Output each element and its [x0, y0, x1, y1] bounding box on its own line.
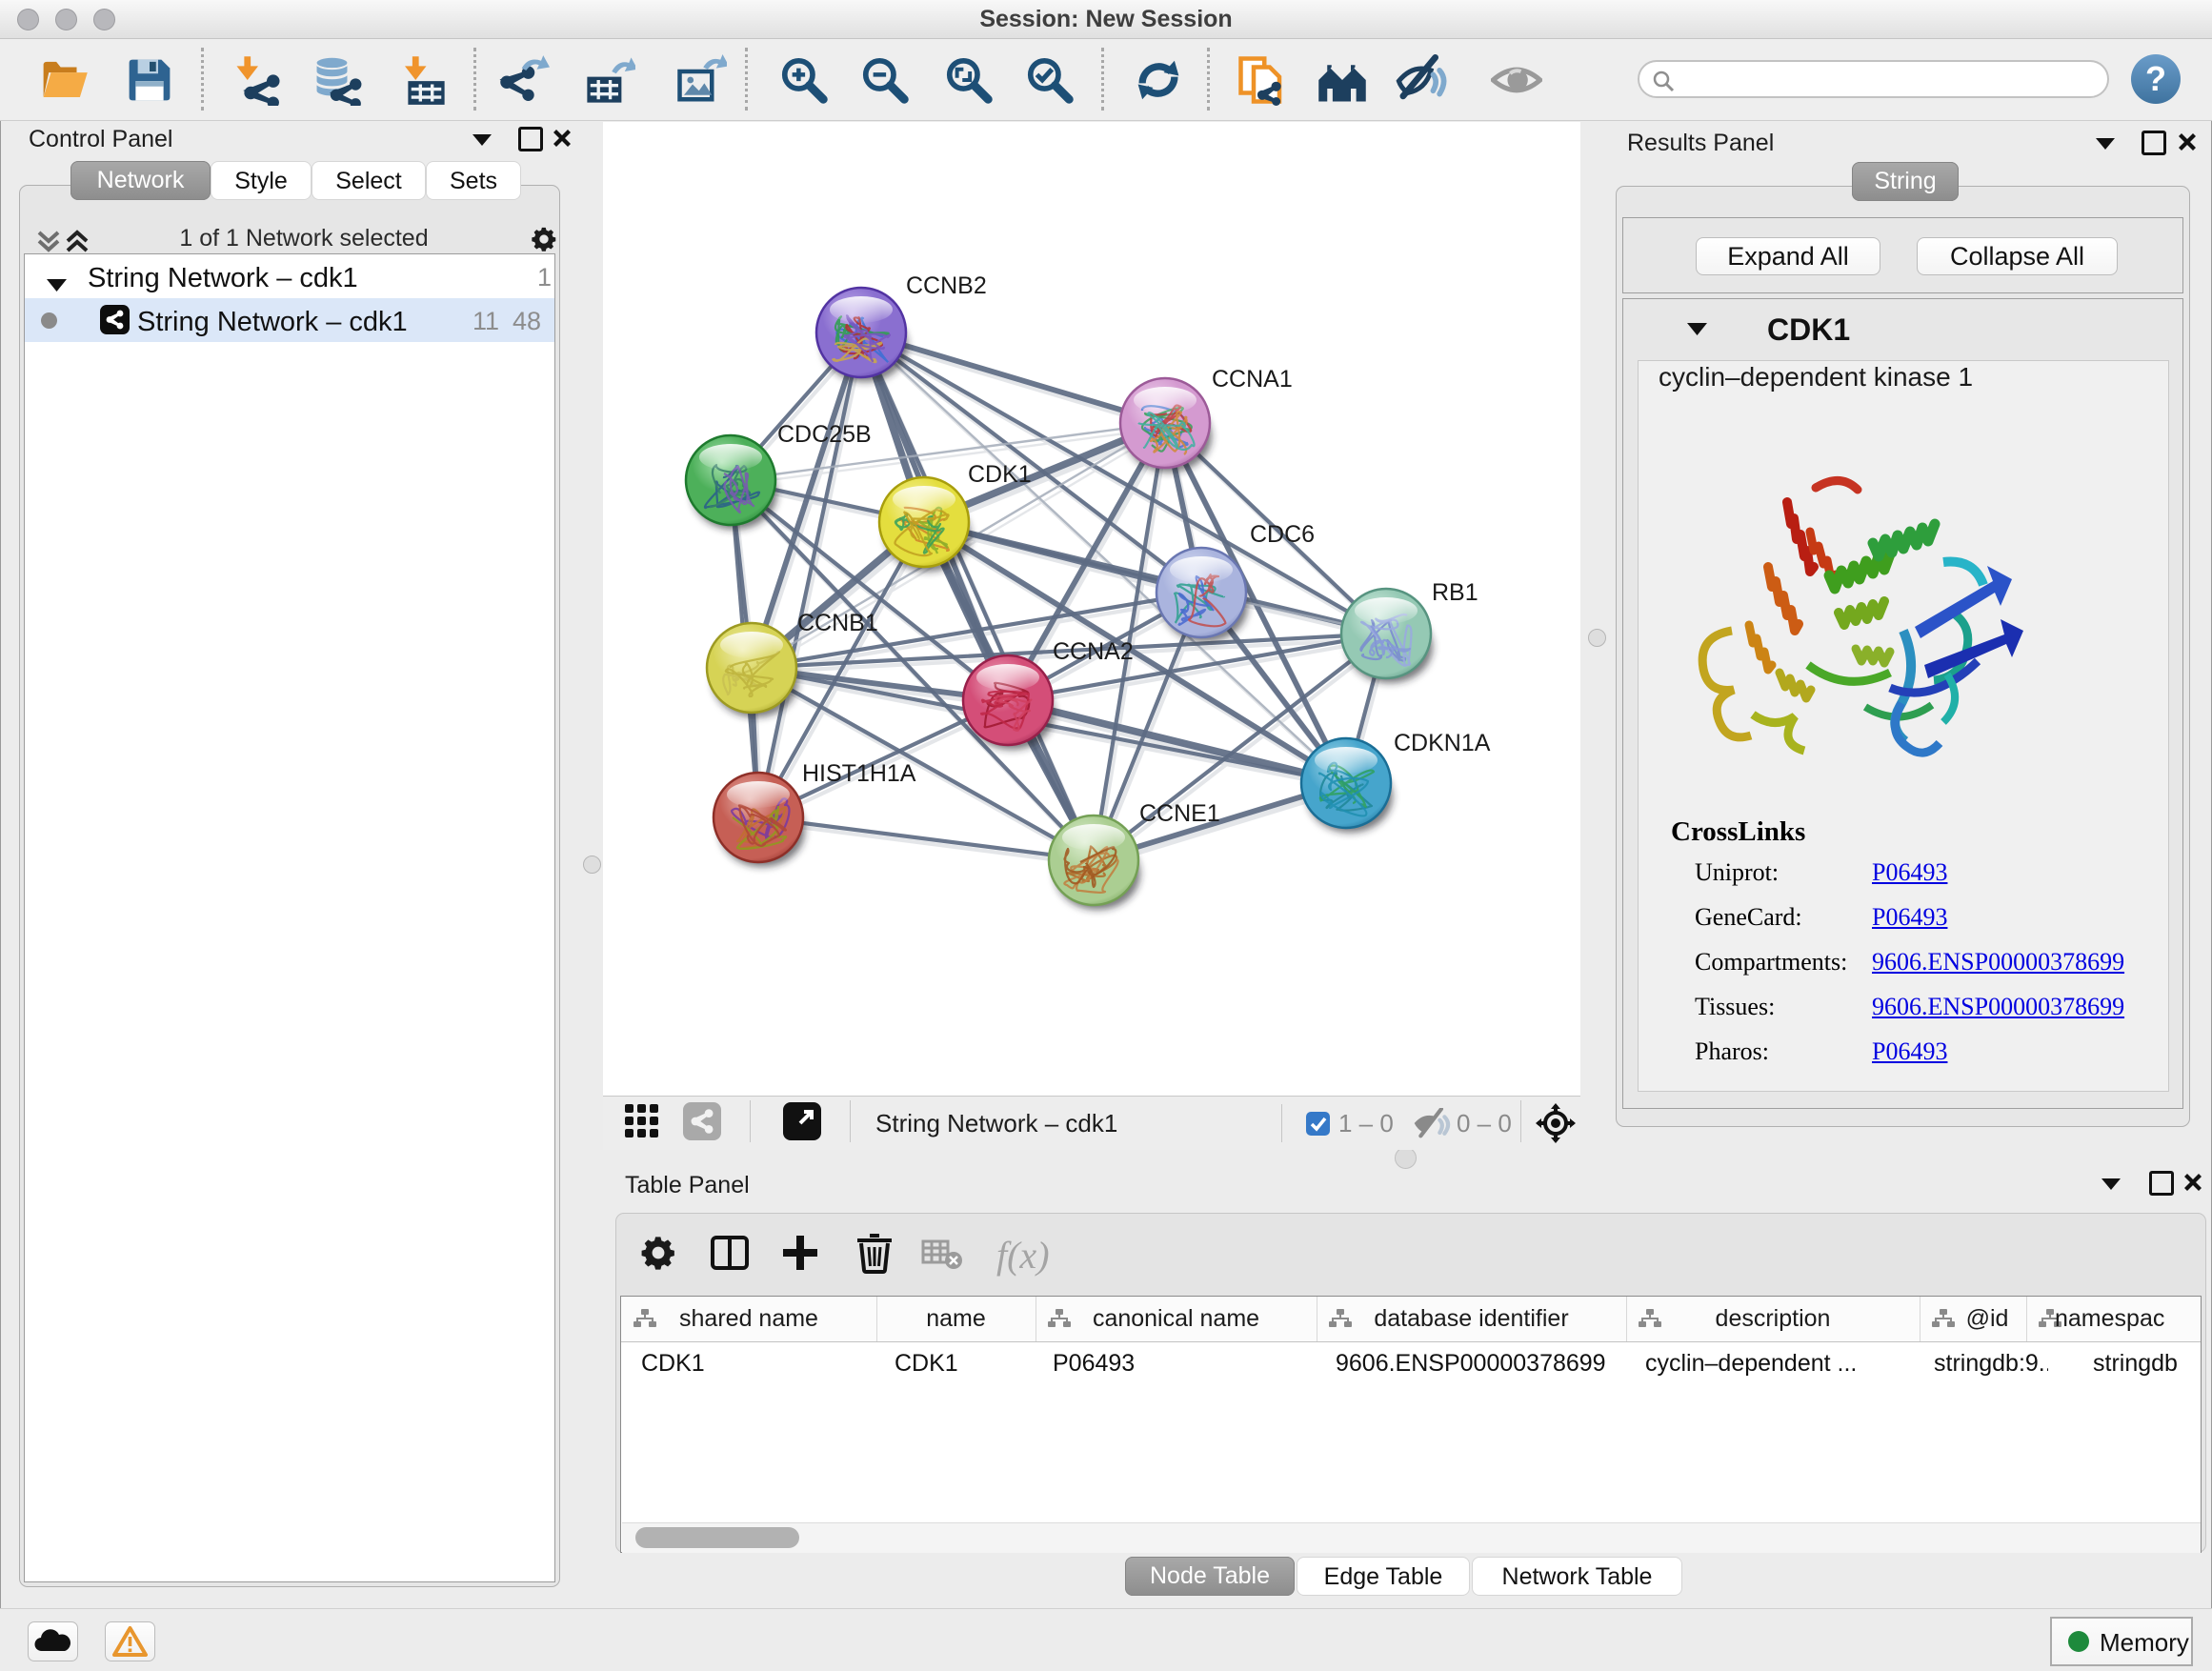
svg-text:CCNB1: CCNB1 — [797, 610, 878, 636]
svg-text:CDC25B: CDC25B — [777, 421, 872, 448]
svg-text:CDK1: CDK1 — [968, 461, 1032, 488]
svg-text:CCNA1: CCNA1 — [1212, 366, 1293, 393]
svg-text:CDKN1A: CDKN1A — [1394, 730, 1491, 756]
svg-text:CDC6: CDC6 — [1250, 521, 1315, 548]
svg-text:CCNE1: CCNE1 — [1139, 800, 1220, 827]
svg-text:CCNA2: CCNA2 — [1053, 638, 1134, 665]
svg-text:CCNB2: CCNB2 — [906, 272, 987, 299]
svg-text:HIST1H1A: HIST1H1A — [802, 760, 916, 787]
svg-text:RB1: RB1 — [1432, 579, 1478, 606]
